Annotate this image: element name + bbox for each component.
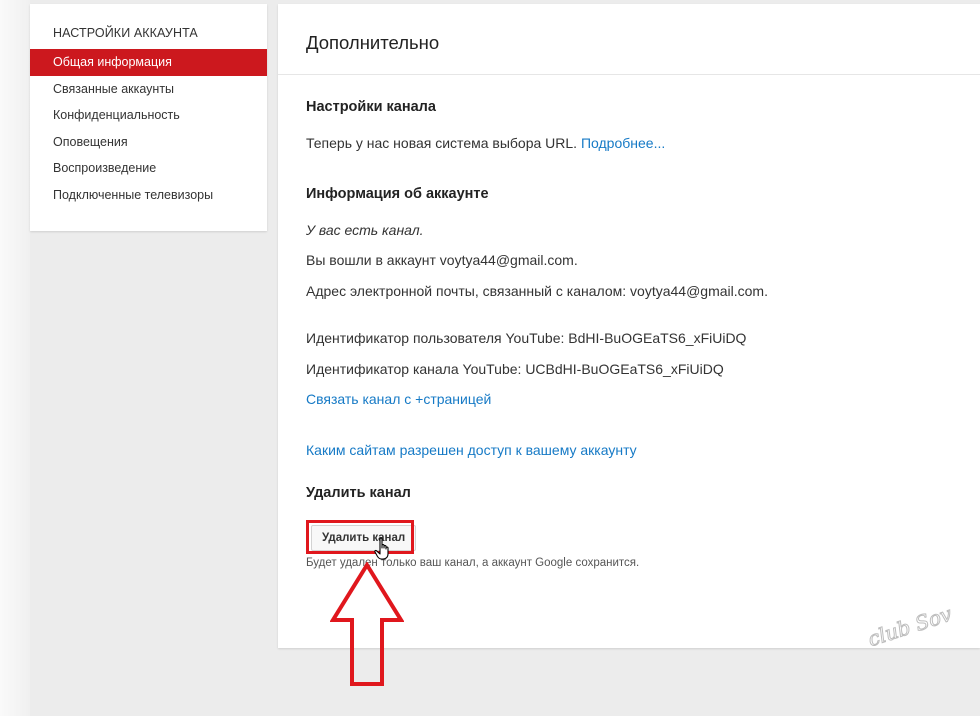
page-title: Дополнительно [306,32,440,53]
panel-header: Дополнительно [278,4,980,75]
sidebar-item-linked-accounts[interactable]: Связанные аккаунты [30,76,267,103]
has-channel-text: У вас есть канал. [306,222,424,238]
account-info-title: Информация об аккаунте [306,186,489,202]
sidebar-heading: НАСТРОЙКИ АККАУНТА [53,26,198,40]
settings-sidebar: НАСТРОЙКИ АККАУНТА Общая информация Связ… [30,4,267,231]
url-system-text: Теперь у нас новая система выбора URL. П… [306,135,665,151]
red-arrow-pointer [330,562,404,686]
sites-access-link[interactable]: Каким сайтам разрешен доступ к вашему ак… [306,442,637,458]
channel-settings-title: Настройки канала [306,99,436,115]
sidebar-list: Общая информация Связанные аккаунты Конф… [30,49,267,208]
page-background [0,0,30,716]
link-plus-page-link[interactable]: Связать канал с +страницей [306,391,491,407]
sidebar-item-notifications[interactable]: Оповещения [30,129,267,156]
hand-cursor-icon [374,537,389,560]
club-sovet-watermark: club Sovet [864,600,952,652]
delete-channel-button[interactable]: Удалить канал [311,525,417,551]
svg-text:club Sovet: club Sovet [865,600,952,651]
channel-email-text: Адрес электронной почты, связанный с кан… [306,283,768,299]
learn-more-link[interactable]: Подробнее... [581,135,665,151]
delete-channel-title: Удалить канал [306,485,411,501]
url-system-message: Теперь у нас новая система выбора URL. [306,135,578,151]
youtube-channel-id: Идентификатор канала YouTube: UCBdHI-BuO… [306,361,724,377]
sidebar-item-playback[interactable]: Воспроизведение [30,155,267,182]
sidebar-item-connected-tvs[interactable]: Подключенные телевизоры [30,182,267,209]
signed-in-text: Вы вошли в аккаунт voytya44@gmail.com. [306,252,578,268]
sidebar-item-privacy[interactable]: Конфиденциальность [30,102,267,129]
youtube-user-id: Идентификатор пользователя YouTube: BdHI… [306,330,747,346]
sidebar-item-general[interactable]: Общая информация [30,49,267,76]
